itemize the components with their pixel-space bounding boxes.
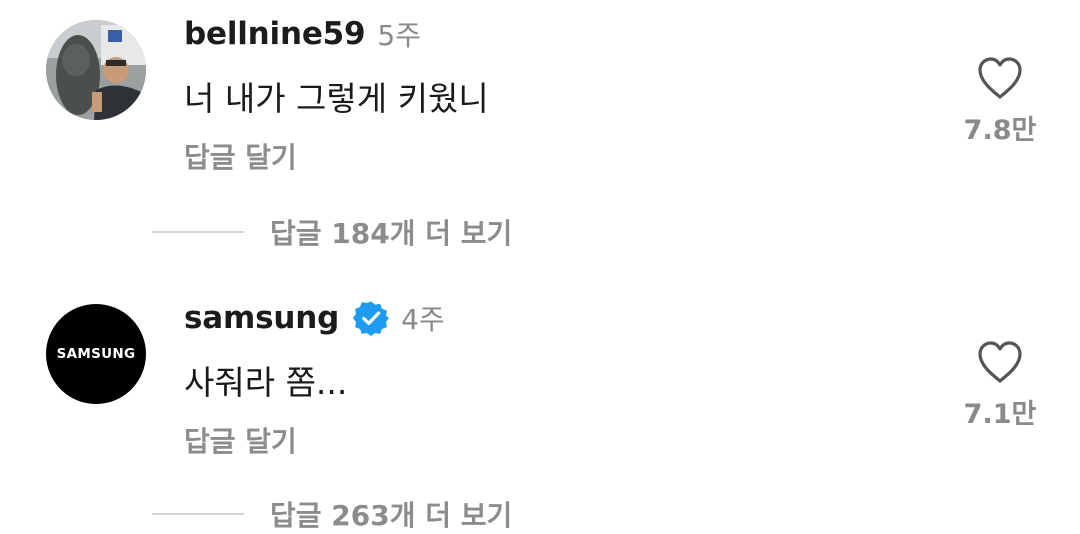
avatar[interactable]: SAMSUNG [46, 304, 146, 404]
reply-button[interactable]: 답글 달기 [184, 420, 297, 460]
verified-badge-icon [353, 301, 390, 336]
comment-item: SAMSUNG samsung 4주 사줘라 쫌... 답글 달기 7.1만 답… [0, 0, 1080, 532]
comment-text: 사줘라 쫌... [184, 363, 348, 402]
heart-outline-icon [978, 341, 1022, 383]
comment-header: samsung 4주 [184, 298, 445, 338]
view-more-replies[interactable]: 답글 263개 더 보기 [152, 494, 512, 534]
username-link[interactable]: samsung [184, 300, 339, 336]
like-button[interactable]: 7.1만 [955, 340, 1045, 431]
view-more-replies-label: 답글 263개 더 보기 [270, 499, 513, 532]
like-count: 7.1만 [963, 399, 1037, 430]
comment-time: 4주 [401, 303, 445, 336]
samsung-logo: SAMSUNG [56, 346, 136, 362]
